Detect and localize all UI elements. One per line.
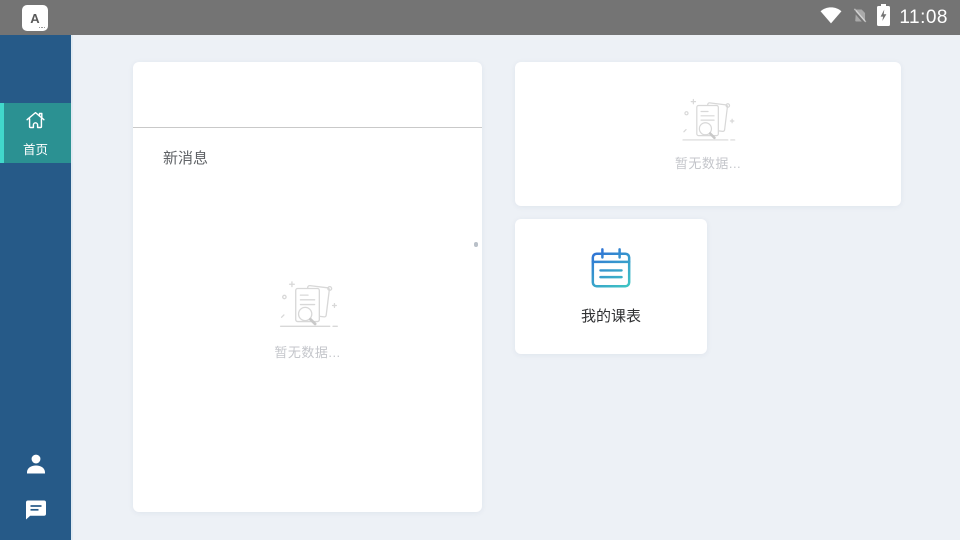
messages-empty-state: 暂无数据...	[133, 127, 482, 512]
sidebar-bottom	[0, 451, 71, 522]
person-icon	[23, 451, 49, 477]
messages-empty-text: 暂无数据...	[274, 342, 340, 361]
app-icon-dots	[39, 27, 46, 29]
app-notification-icon: A	[22, 5, 48, 31]
status-time: 11:08	[899, 7, 948, 29]
sidebar-item-home[interactable]: 首页	[0, 103, 71, 163]
no-data-illustration	[274, 278, 342, 333]
sidebar: 首页	[0, 35, 73, 540]
chat-icon	[24, 498, 48, 522]
data-empty-text: 暂无数据...	[675, 153, 741, 172]
chat-button[interactable]	[24, 498, 48, 522]
sidebar-item-label: 首页	[23, 139, 48, 158]
profile-button[interactable]	[23, 451, 49, 477]
no-sim-icon	[851, 7, 868, 29]
no-data-illustration	[677, 96, 739, 146]
scrollbar-thumb[interactable]	[474, 242, 478, 247]
status-indicators: 11:08	[820, 0, 948, 35]
messages-card: 新消息 暂无数据...	[133, 62, 482, 512]
data-card: 暂无数据...	[515, 62, 901, 206]
schedule-card-my-timetable[interactable]: 我的课表	[515, 219, 707, 354]
app-screen: A 11:08	[0, 0, 960, 540]
status-bar: A 11:08	[0, 0, 960, 35]
calendar-icon	[587, 247, 635, 296]
schedule-card-label: 我的课表	[581, 305, 641, 326]
battery-charging-icon	[877, 4, 890, 31]
home-icon	[24, 109, 47, 135]
app-icon-letter: A	[30, 11, 39, 26]
data-empty-state: 暂无数据...	[515, 62, 901, 206]
wifi-icon	[820, 7, 842, 29]
